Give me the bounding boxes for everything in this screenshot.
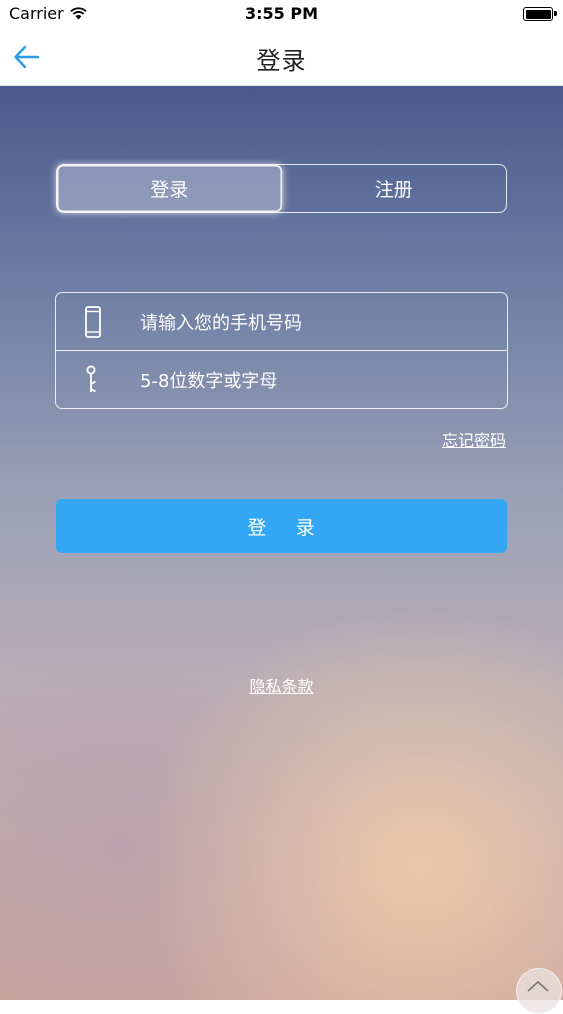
tab-register[interactable]: 注册: [282, 165, 507, 212]
password-input[interactable]: [138, 360, 482, 402]
phone-input[interactable]: [138, 302, 482, 344]
status-time: 3:55 PM: [244, 4, 318, 23]
battery-icon: [523, 7, 557, 21]
page-title: 登录: [256, 47, 307, 75]
login-button[interactable]: 登 录: [56, 499, 507, 553]
privacy-container: 隐私条款: [0, 673, 563, 697]
navigation-bar: 登录: [0, 28, 563, 86]
password-row: [56, 351, 507, 408]
login-form: [55, 292, 508, 409]
privacy-link[interactable]: 隐私条款: [249, 677, 313, 696]
key-icon: [86, 365, 96, 393]
scroll-top-button[interactable]: [516, 968, 562, 1014]
forgot-password-link[interactable]: 忘记密码: [442, 427, 506, 451]
chevron-up-icon: [527, 980, 549, 992]
tab-login[interactable]: 登录: [57, 165, 282, 212]
phone-icon: [85, 306, 101, 338]
login-register-segment: 登录 注册: [56, 164, 507, 213]
phone-row: [56, 293, 507, 351]
status-bar: Carrier 3:55 PM: [0, 0, 563, 28]
